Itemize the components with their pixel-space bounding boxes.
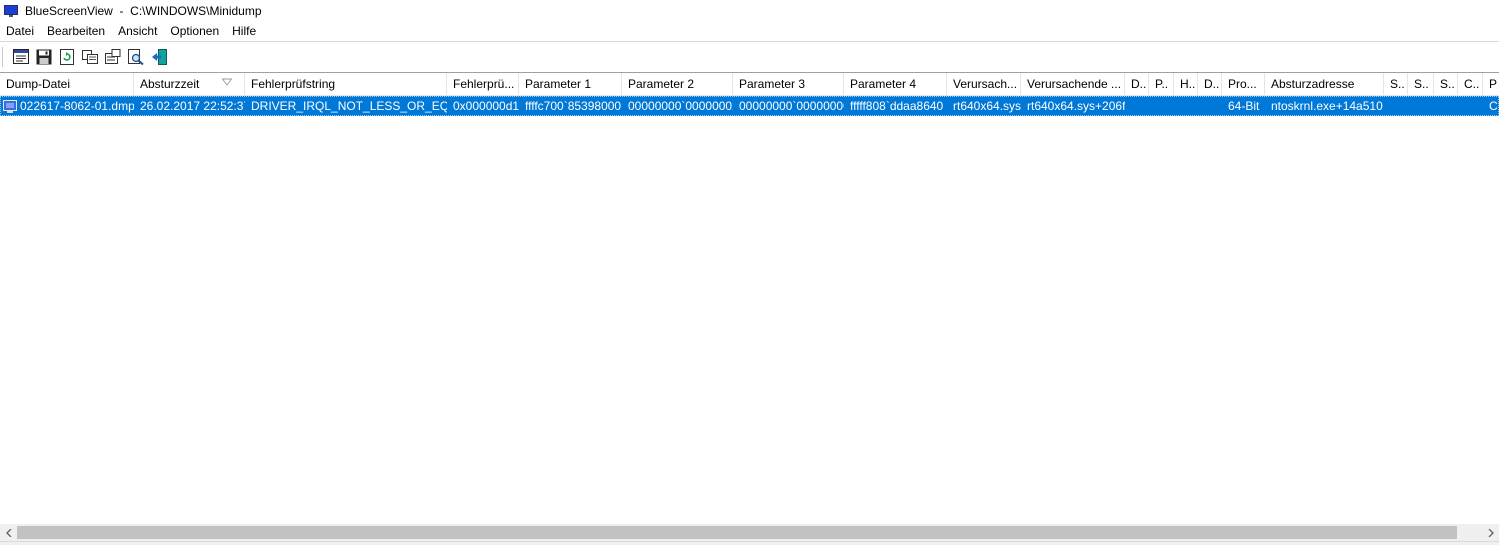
properties-icon	[105, 49, 121, 64]
window-title: BlueScreenView - C:\WINDOWS\Minidump	[25, 3, 262, 18]
column-header-absturzadresse[interactable]: Absturzadresse	[1265, 73, 1384, 96]
cell-s3	[1434, 96, 1458, 116]
column-header-s1[interactable]: S..	[1384, 73, 1408, 96]
column-header-prozessor[interactable]: Pro...	[1222, 73, 1265, 96]
copy-button[interactable]	[79, 46, 101, 68]
cell-d2	[1198, 96, 1222, 116]
refresh-button[interactable]	[56, 46, 78, 68]
app-icon	[4, 4, 18, 17]
save-icon	[36, 49, 52, 64]
horizontal-scrollbar[interactable]	[0, 524, 1499, 541]
column-header-s3[interactable]: S..	[1434, 73, 1458, 96]
html-report-icon	[13, 49, 29, 64]
cell-p2: C	[1489, 99, 1498, 113]
cell-dump-datei: 022617-8062-01.dmp	[0, 96, 134, 116]
column-header-parameter-2[interactable]: Parameter 2	[622, 73, 733, 96]
column-header-row: Dump-Datei Absturzzeit Fehlerprüfstring …	[0, 73, 1499, 96]
html-report-button[interactable]	[10, 46, 32, 68]
dump-file-icon	[3, 99, 17, 113]
menu-bearbeiten[interactable]: Bearbeiten	[41, 21, 112, 41]
menu-bar: Datei Bearbeiten Ansicht Optionen Hilfe	[0, 21, 1499, 41]
column-header-parameter-3[interactable]: Parameter 3	[733, 73, 844, 96]
find-button[interactable]	[125, 46, 147, 68]
scroll-left-button[interactable]	[0, 524, 17, 541]
column-header-s2[interactable]: S..	[1408, 73, 1434, 96]
refresh-icon	[60, 48, 74, 65]
cell-d1	[1125, 96, 1149, 116]
properties-button[interactable]	[102, 46, 124, 68]
chevron-left-icon	[5, 528, 11, 537]
sort-arrow-icon	[222, 78, 232, 86]
save-button[interactable]	[33, 46, 55, 68]
column-header-d1[interactable]: D..	[1125, 73, 1149, 96]
menu-datei[interactable]: Datei	[0, 21, 41, 41]
menu-ansicht[interactable]: Ansicht	[112, 21, 164, 41]
cell-fehlerpruefcode: 0x000000d1	[453, 99, 519, 113]
toolbar	[0, 43, 1499, 70]
scroll-thumb[interactable]	[17, 526, 1457, 539]
cell-parameter-4: fffff808`ddaa8640	[850, 99, 944, 113]
status-bar	[0, 541, 1499, 545]
copy-icon	[82, 49, 98, 64]
cell-parameter-1: ffffc700`85398000	[525, 99, 622, 113]
column-header-label: Absturzzeit	[140, 77, 200, 91]
column-header-fehlerpruefstring[interactable]: Fehlerprüfstring	[245, 73, 447, 96]
cell-prozessor: 64-Bit	[1228, 99, 1260, 113]
column-header-fehlerpruefcode[interactable]: Fehlerprü...	[447, 73, 519, 96]
cell-p1	[1149, 96, 1174, 116]
dump-list[interactable]: Dump-Datei Absturzzeit Fehlerprüfstring …	[0, 72, 1499, 524]
column-header-dump-datei[interactable]: Dump-Datei	[0, 73, 134, 96]
cell-s2	[1408, 96, 1434, 116]
column-header-h[interactable]: H..	[1174, 73, 1198, 96]
exit-button[interactable]	[148, 46, 170, 68]
scroll-right-button[interactable]	[1482, 524, 1499, 541]
cell-absturzzeit: 26.02.2017 22:52:37	[140, 99, 245, 113]
cell-s1	[1384, 96, 1408, 116]
cell-absturzadresse: ntoskrnl.exe+14a510	[1271, 99, 1383, 113]
toolbar-grip	[2, 46, 4, 67]
column-header-parameter-4[interactable]: Parameter 4	[844, 73, 947, 96]
cell-verursachende-adresse: rt640x64.sys+206f	[1027, 99, 1125, 113]
column-header-d2[interactable]: D..	[1198, 73, 1222, 96]
column-header-c[interactable]: C..	[1458, 73, 1483, 96]
column-header-verursachender-treiber[interactable]: Verursach...	[947, 73, 1021, 96]
bluescreenview-window: BlueScreenView - C:\WINDOWS\Minidump Dat…	[0, 0, 1499, 545]
column-header-verursachende-adresse[interactable]: Verursachende ...	[1021, 73, 1125, 96]
chevron-right-icon	[1488, 528, 1494, 537]
cell-parameter-2: 00000000`00000002	[628, 99, 733, 113]
column-header-p2[interactable]: P	[1483, 73, 1499, 96]
cell-parameter-3: 00000000`00000000	[739, 99, 844, 113]
column-header-parameter-1[interactable]: Parameter 1	[519, 73, 622, 96]
menu-optionen[interactable]: Optionen	[164, 21, 226, 41]
find-icon	[128, 48, 144, 65]
table-row[interactable]: 022617-8062-01.dmp 26.02.2017 22:52:37 D…	[0, 96, 1499, 116]
cell-text: 022617-8062-01.dmp	[20, 99, 134, 113]
cell-c	[1458, 96, 1483, 116]
title-bar: BlueScreenView - C:\WINDOWS\Minidump	[0, 0, 1499, 21]
menu-hilfe[interactable]: Hilfe	[226, 21, 263, 41]
cell-h	[1174, 96, 1198, 116]
column-header-absturzzeit[interactable]: Absturzzeit	[134, 73, 245, 96]
scroll-track[interactable]	[17, 524, 1482, 541]
cell-fehlerpruefstring: DRIVER_IRQL_NOT_LESS_OR_EQUAL	[251, 99, 447, 113]
menu-separator	[0, 41, 1499, 42]
exit-icon	[152, 48, 167, 65]
column-header-p1[interactable]: P..	[1149, 73, 1174, 96]
cell-verursachender-treiber: rt640x64.sys	[953, 99, 1021, 113]
